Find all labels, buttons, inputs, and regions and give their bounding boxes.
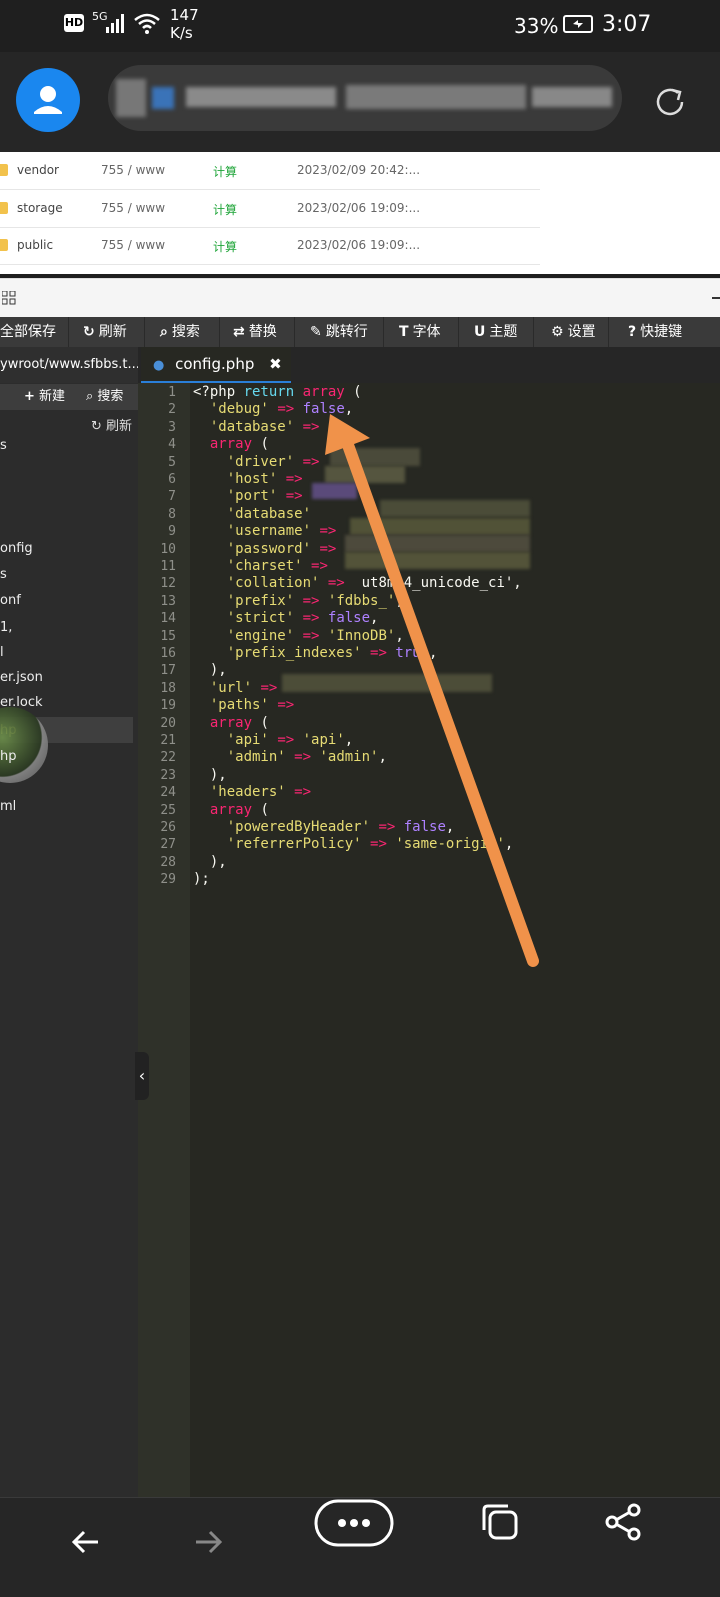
browser-bottom-nav <box>0 1497 720 1597</box>
forward-arrow-icon[interactable] <box>190 1524 226 1560</box>
collapse-sidebar-button[interactable]: ‹ <box>135 1052 149 1100</box>
tabs-icon[interactable] <box>478 1500 522 1544</box>
chevron-left-icon: ‹ <box>138 1066 146 1085</box>
share-icon[interactable] <box>604 1502 644 1542</box>
annotation-arrow <box>325 414 539 967</box>
menu-more-icon[interactable] <box>314 1499 394 1547</box>
back-arrow-icon[interactable] <box>68 1524 104 1560</box>
